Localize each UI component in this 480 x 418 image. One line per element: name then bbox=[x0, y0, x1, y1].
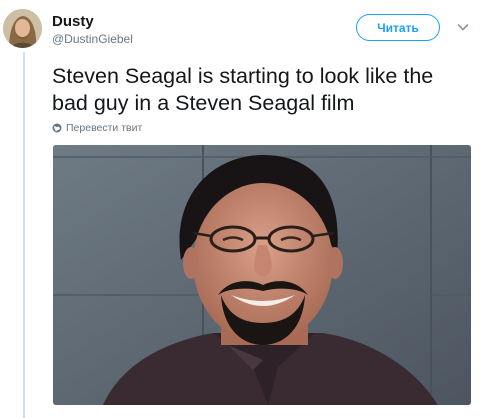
tweet-photo[interactable] bbox=[53, 145, 471, 405]
chevron-down-icon[interactable] bbox=[456, 20, 470, 34]
tweet-text: Steven Seagal is starting to look like t… bbox=[52, 64, 434, 115]
follow-button[interactable]: Читать bbox=[356, 14, 440, 41]
translate-link[interactable]: Перевести твит bbox=[52, 122, 142, 134]
translate-label: Перевести твит bbox=[66, 122, 143, 134]
globe-icon bbox=[52, 123, 62, 133]
thread-line bbox=[23, 52, 25, 418]
tweet-photo-image bbox=[53, 145, 471, 405]
author-handle[interactable]: @DustinGiebel bbox=[52, 32, 133, 46]
author-name[interactable]: Dusty bbox=[52, 13, 94, 30]
avatar[interactable] bbox=[3, 9, 42, 48]
avatar-image bbox=[3, 9, 42, 48]
